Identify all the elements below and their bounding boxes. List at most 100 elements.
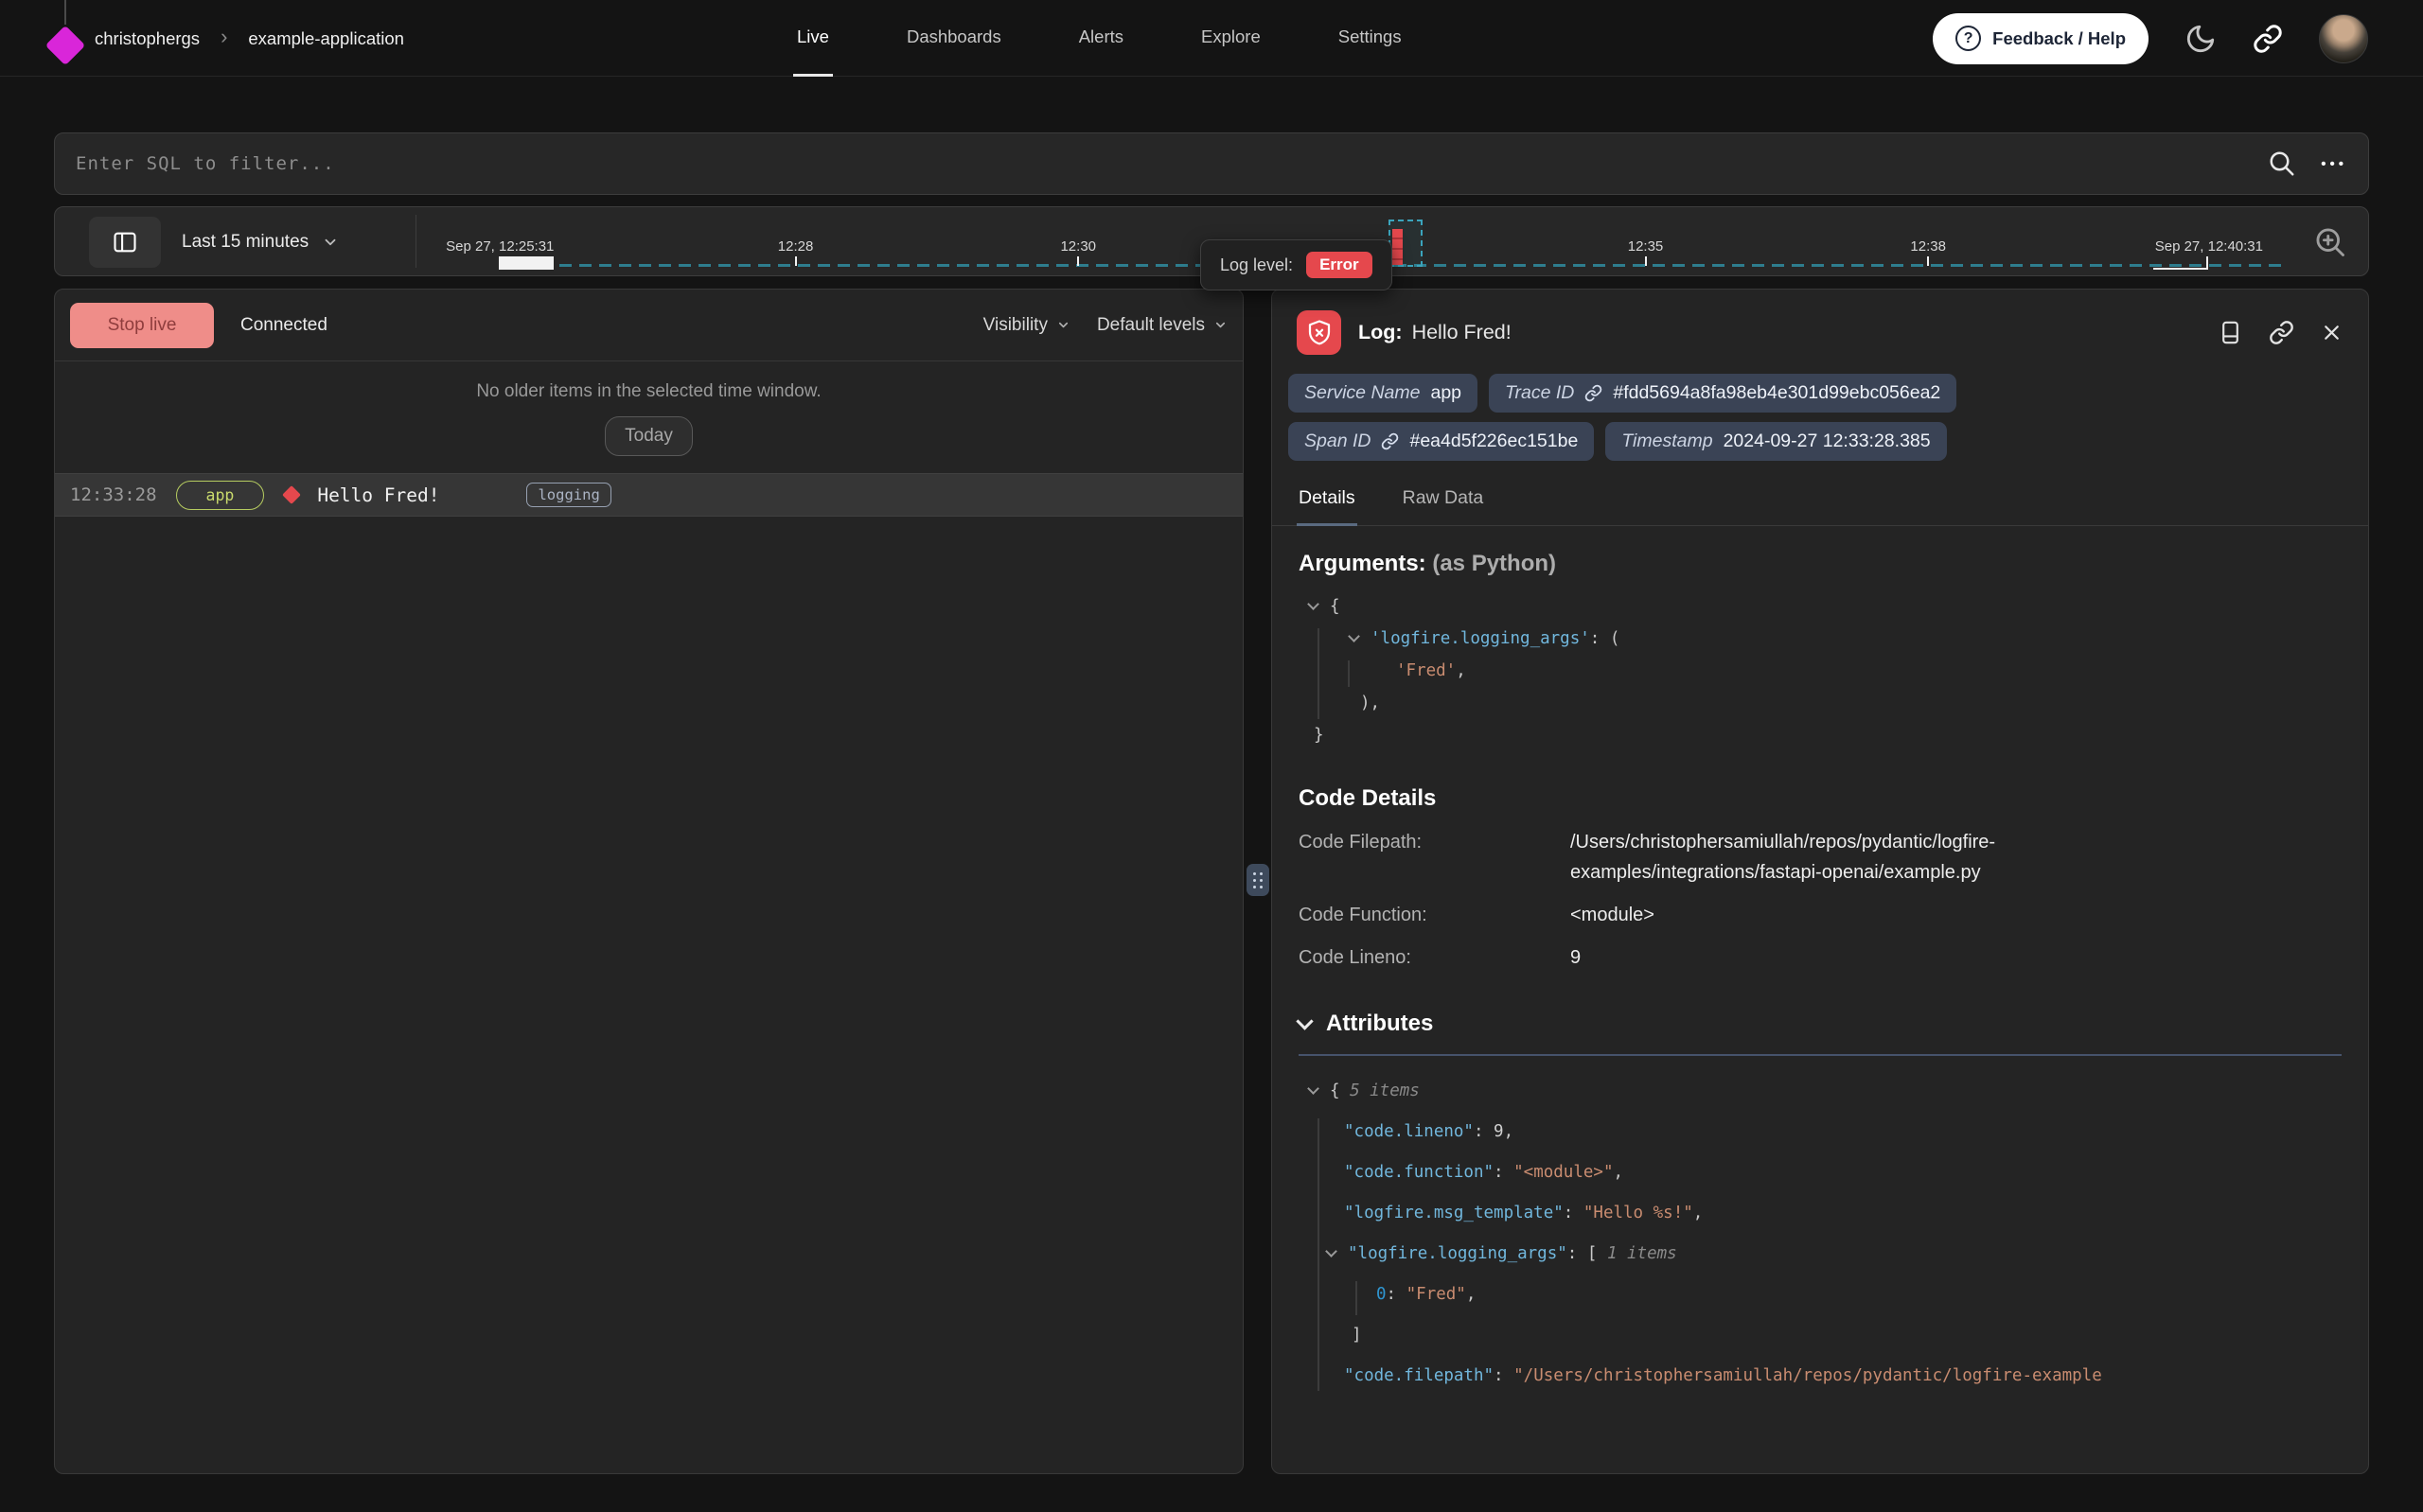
attributes-divider <box>1299 1054 2342 1056</box>
code-line: "logfire.logging_args": [ 1 items <box>1299 1234 2342 1275</box>
zoom-in-icon[interactable] <box>2313 225 2347 259</box>
theme-moon-icon[interactable] <box>2184 23 2217 55</box>
code-detail-value: 9 <box>1570 942 1581 973</box>
code-line-text: 'Fred', <box>1396 655 1466 687</box>
feedback-help-button[interactable]: ? Feedback / Help <box>1933 13 2149 64</box>
detail-body: Arguments: (as Python) {'logfire.logging… <box>1272 526 2368 1397</box>
sql-filter-input[interactable]: Enter SQL to filter... <box>76 153 2243 174</box>
tick-mark-icon <box>795 256 797 266</box>
collapse-chevron-icon[interactable] <box>1325 1245 1337 1257</box>
nav-tab-settings[interactable]: Settings <box>1335 0 1406 77</box>
live-view-panel: Stop live Connected Visibility Default l… <box>54 289 1244 1474</box>
code-line-text: 0: "Fred", <box>1376 1275 1476 1315</box>
arguments-heading-sub: (as Python) <box>1432 551 1556 576</box>
tick-label: Sep 27, 12:25:31 <box>446 238 554 255</box>
badge-trace-id[interactable]: Trace ID #fdd5694a8fa98eb4e301d99ebc056ea… <box>1489 374 1956 413</box>
detail-title-message: Hello Fred! <box>1412 321 1512 343</box>
link-icon <box>1584 384 1602 402</box>
breadcrumb: christophergs › example-application <box>95 0 404 77</box>
tab-details[interactable]: Details <box>1297 482 1357 526</box>
tick-label: Sep 27, 12:40:31 <box>2155 238 2263 255</box>
tick-mark-icon <box>1645 256 1647 266</box>
badge-span-id[interactable]: Span ID #ea4d5f226ec151be <box>1288 422 1594 461</box>
time-range-label: Last 15 minutes <box>182 232 309 253</box>
share-link-icon[interactable] <box>2253 24 2283 54</box>
collapse-chevron-icon[interactable] <box>1307 1082 1319 1095</box>
badge-label: Span ID <box>1304 431 1371 452</box>
close-icon[interactable] <box>2320 321 2343 344</box>
breadcrumb-org[interactable]: christophergs <box>95 28 200 49</box>
badge-value: #fdd5694a8fa98eb4e301d99ebc056ea2 <box>1613 382 1940 404</box>
collapse-chevron-icon[interactable] <box>1307 598 1319 610</box>
badge-value: 2024-09-27 12:33:28.385 <box>1724 431 1931 452</box>
badge-value: #ea4d5f226ec151be <box>1409 431 1578 452</box>
code-line-text: 'logfire.logging_args': ( <box>1371 623 1619 655</box>
detail-header-icons <box>2218 320 2343 345</box>
reader-view-icon[interactable] <box>2218 320 2243 345</box>
log-timestamp: 12:33:28 <box>70 484 157 505</box>
navbar: christophergs › example-application Live… <box>0 0 2423 77</box>
breadcrumb-project[interactable]: example-application <box>248 28 404 49</box>
collapse-chevron-icon[interactable] <box>1348 630 1360 642</box>
copy-link-icon[interactable] <box>2269 320 2294 345</box>
code-line: "code.lineno": 9, <box>1299 1112 2342 1152</box>
arguments-heading-text: Arguments: <box>1299 551 1426 576</box>
code-line-text: "logfire.logging_args": [ 1 items <box>1348 1234 1677 1275</box>
time-range-select[interactable]: Last 15 minutes <box>182 207 339 277</box>
log-detail-panel: Log:Hello Fred! Service Nameapp Trace ID #… <box>1271 289 2369 1474</box>
timeline-error-bar[interactable] <box>1392 229 1403 265</box>
default-levels-dropdown[interactable]: Default levels <box>1097 315 1228 336</box>
panel-resize-handle[interactable] <box>1247 864 1269 896</box>
error-shield-icon <box>1297 310 1341 355</box>
code-line-text: "code.function": "<module>", <box>1344 1152 1623 1193</box>
connection-status: Connected <box>240 315 327 336</box>
badge-label: Timestamp <box>1621 431 1712 452</box>
code-line: 'logfire.logging_args': ( <box>1299 623 2342 655</box>
error-diamond-icon <box>282 485 301 504</box>
navbar-actions: ? Feedback / Help <box>1933 0 2368 77</box>
code-line: "code.filepath": "/Users/christophersami… <box>1299 1356 2342 1397</box>
badge-timestamp[interactable]: Timestamp 2024-09-27 12:33:28.385 <box>1605 422 1946 461</box>
logfire-logo-icon[interactable] <box>47 0 85 77</box>
code-line: 'Fred', <box>1299 655 2342 687</box>
attributes-toggle[interactable]: Attributes <box>1299 1011 2342 1037</box>
code-detail-label: Code Function: <box>1299 900 1570 930</box>
tick-mark-icon <box>499 256 554 270</box>
search-icon[interactable] <box>2268 149 2296 178</box>
chevron-down-icon <box>1056 318 1070 332</box>
chevron-down-icon <box>1296 1012 1313 1029</box>
badge-label: Trace ID <box>1505 382 1574 404</box>
attributes-heading: Attributes <box>1326 1011 1433 1037</box>
visibility-dropdown[interactable]: Visibility <box>983 315 1070 336</box>
feedback-help-label: Feedback / Help <box>1992 28 2126 49</box>
tick-label: 12:35 <box>1628 238 1664 255</box>
nav-tab-dashboards[interactable]: Dashboards <box>903 0 1005 77</box>
tick-label: 12:38 <box>1910 238 1946 255</box>
log-level-tooltip: Log level: Error <box>1200 239 1392 290</box>
more-options-icon[interactable]: ••• <box>2321 156 2347 172</box>
nav-tab-live[interactable]: Live <box>793 0 833 77</box>
detail-title: Log:Hello Fred! <box>1358 321 2201 344</box>
stop-live-button[interactable]: Stop live <box>70 303 214 348</box>
sidebar-toggle-button[interactable] <box>89 217 161 268</box>
nav-tab-explore[interactable]: Explore <box>1197 0 1265 77</box>
code-detail-value: /Users/christophersamiullah/repos/pydant… <box>1570 827 2100 888</box>
log-list: 12:33:28appHello Fred!logging <box>55 473 1243 517</box>
nav-tab-alerts[interactable]: Alerts <box>1075 0 1127 77</box>
code-details-rows: Code Filepath:/Users/christophersamiulla… <box>1299 827 2342 973</box>
code-line: 0: "Fred", <box>1299 1275 2342 1315</box>
default-levels-label: Default levels <box>1097 315 1205 336</box>
code-detail-row: Code Lineno:9 <box>1299 942 2342 973</box>
logfire-app: christophergs › example-application Live… <box>0 0 2423 1512</box>
tick-mark-icon <box>2153 256 2208 270</box>
log-row[interactable]: 12:33:28appHello Fred!logging <box>55 473 1243 517</box>
tick-mark-icon <box>1077 256 1079 266</box>
code-line: { <box>1299 590 2342 623</box>
tab-raw-data[interactable]: Raw Data <box>1401 482 1486 526</box>
user-avatar[interactable] <box>2319 14 2368 63</box>
empty-message: No older items in the selected time wind… <box>55 381 1243 402</box>
empty-state: No older items in the selected time wind… <box>55 361 1243 456</box>
today-button[interactable]: Today <box>605 416 693 456</box>
code-detail-label: Code Lineno: <box>1299 942 1570 973</box>
badge-service-name[interactable]: Service Nameapp <box>1288 374 1477 413</box>
